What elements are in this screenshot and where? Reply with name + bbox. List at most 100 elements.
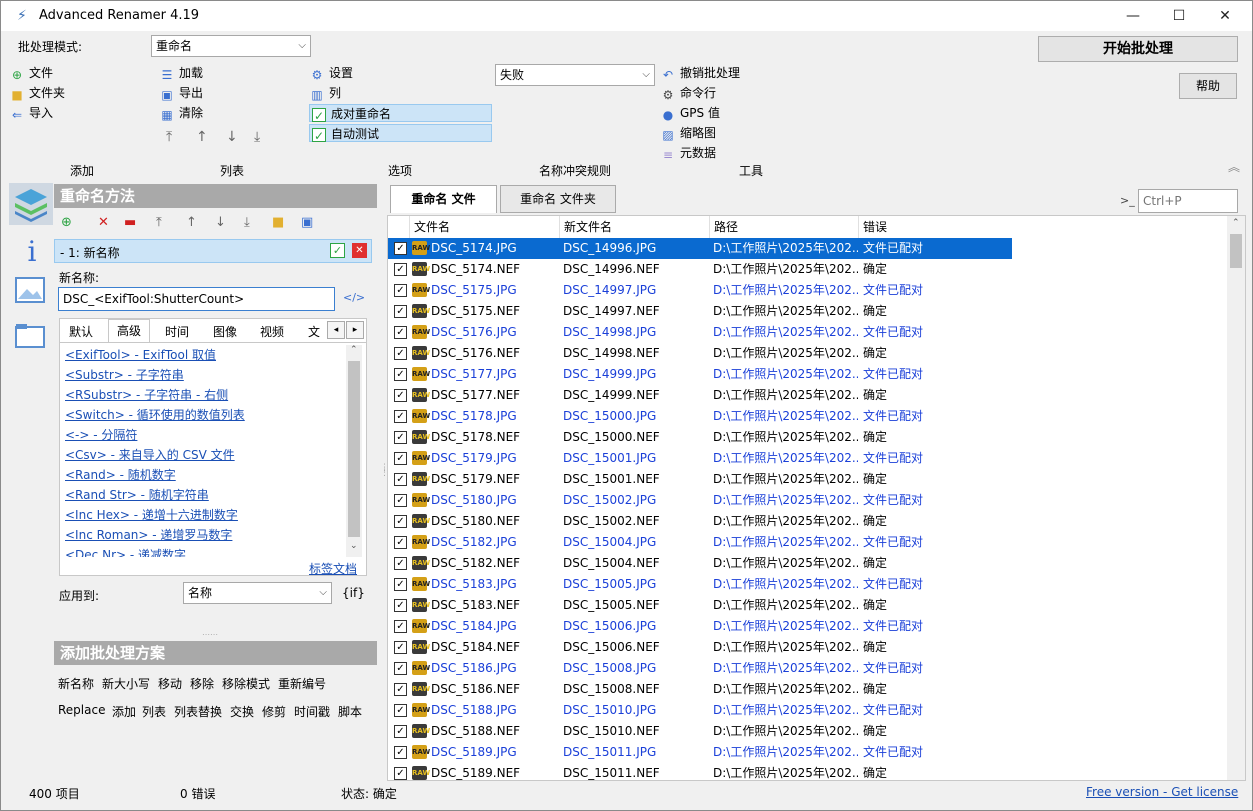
tag-link[interactable]: <Csv> - 来自导入的 CSV 文件 (65, 446, 235, 463)
add-method-link[interactable]: 列表 (142, 703, 166, 720)
code-tag-icon[interactable]: </> (343, 291, 365, 304)
row-checkbox[interactable]: ✓ (394, 536, 407, 549)
table-row[interactable]: ✓ RAW DSC_5174.NEF DSC_14996.NEF D:\工作照片\202… (388, 259, 1012, 280)
table-row[interactable]: ✓ RAW DSC_5188.JPG DSC_15010.JPG D:\工作照片\202… (388, 700, 1012, 721)
methods-nav[interactable] (9, 183, 53, 225)
row-checkbox[interactable]: ✓ (394, 452, 407, 465)
export-button[interactable]: ▣ 导出 (160, 84, 203, 102)
start-batch-button[interactable]: 开始批处理 (1038, 36, 1238, 62)
table-row[interactable]: ✓ RAW DSC_5184.JPG DSC_15006.JPG D:\工作照片\202… (388, 616, 1012, 637)
remove-all-icon[interactable]: ▬ (124, 215, 136, 230)
row-checkbox[interactable]: ✓ (394, 578, 407, 591)
add-method-link[interactable]: 交换 (230, 703, 254, 720)
batch-mode-select[interactable]: 重命名 ⌵ (151, 35, 311, 57)
move-top-icon[interactable]: ⤒ (166, 128, 172, 146)
splitter-grip[interactable]: ⋯⋯ (202, 630, 218, 639)
table-row[interactable]: ✓ RAW DSC_5186.NEF DSC_15008.NEF D:\工作照片\202… (388, 679, 1012, 700)
tag-link[interactable]: <Switch> - 循环使用的数值列表 (65, 406, 245, 423)
table-row[interactable]: ✓ RAW DSC_5179.JPG DSC_15001.JPG D:\工作照片\202… (388, 448, 1012, 469)
row-checkbox[interactable]: ✓ (394, 704, 407, 717)
table-row[interactable]: ✓ RAW DSC_5180.JPG DSC_15002.JPG D:\工作照片\202… (388, 490, 1012, 511)
tag-link[interactable]: <-> - 分隔符 (65, 426, 137, 443)
image-view-icon[interactable] (15, 277, 49, 311)
new-name-input[interactable]: DSC_<ExifTool:ShutterCount> (58, 287, 335, 311)
move-up-icon[interactable]: ↑ (186, 215, 197, 230)
table-row[interactable]: ✓ RAW DSC_5175.NEF DSC_14997.NEF D:\工作照片\202… (388, 301, 1012, 322)
add-method-link[interactable]: 新名称 (58, 675, 94, 692)
info-icon[interactable]: i (15, 235, 49, 269)
row-checkbox[interactable]: ✓ (394, 284, 407, 297)
row-checkbox[interactable]: ✓ (394, 746, 407, 759)
method-item[interactable]: - 1: 新名称 ✓ ✕ (54, 239, 372, 263)
scroll-up-icon[interactable]: ⌃ (1232, 218, 1240, 228)
grid-scrollbar[interactable]: ⌃ (1227, 216, 1245, 780)
tab-time[interactable]: 时间 (165, 323, 189, 343)
row-checkbox[interactable]: ✓ (394, 683, 407, 696)
scrollbar-thumb[interactable] (348, 361, 360, 537)
row-checkbox[interactable]: ✓ (394, 599, 407, 612)
folder-view-icon[interactable] (15, 323, 49, 357)
import-button[interactable]: ⇐ 导入 (10, 104, 53, 122)
add-method-icon[interactable]: ⊕ (61, 215, 72, 230)
conflict-rule-select[interactable]: 失败 ⌵ (495, 64, 655, 86)
save-icon[interactable]: ▣ (301, 215, 313, 230)
tab-rename-folders[interactable]: 重命名 文件夹 (500, 185, 616, 213)
clear-button[interactable]: ▦ 清除 (160, 104, 203, 122)
row-checkbox[interactable]: ✓ (394, 389, 407, 402)
tag-link[interactable]: <Dec Nr> - 递减数字 (65, 546, 186, 557)
add-method-link[interactable]: 移除模式 (222, 675, 270, 692)
table-row[interactable]: ✓ RAW DSC_5178.JPG DSC_15000.JPG D:\工作照片\202… (388, 406, 1012, 427)
tab-advanced[interactable]: 高级 (108, 319, 151, 343)
row-checkbox[interactable]: ✓ (394, 620, 407, 633)
table-row[interactable]: ✓ RAW DSC_5189.JPG DSC_15011.JPG D:\工作照片\202… (388, 742, 1012, 763)
tab-scroll-right-icon[interactable]: ▸ (346, 321, 364, 339)
help-button[interactable]: 帮助 (1179, 73, 1237, 99)
table-row[interactable]: ✓ RAW DSC_5175.JPG DSC_14997.JPG D:\工作照片\202… (388, 280, 1012, 301)
add-method-link[interactable]: 重新编号 (278, 675, 326, 692)
add-method-link[interactable]: 列表替换 (174, 703, 222, 720)
columns-button[interactable]: ▥ 列 (310, 84, 341, 102)
tag-link[interactable]: <Inc Roman> - 递增罗马数字 (65, 526, 232, 543)
vertical-splitter-grip[interactable]: ⋮ ⋮ (380, 464, 389, 478)
table-row[interactable]: ✓ RAW DSC_5180.NEF DSC_15002.NEF D:\工作照片\202… (388, 511, 1012, 532)
add-method-link[interactable]: 移除 (190, 675, 214, 692)
tab-default[interactable]: 默认 (69, 323, 93, 343)
thumbnail-button[interactable]: ▨ 缩略图 (661, 124, 716, 142)
scrollbar-thumb[interactable] (1230, 234, 1242, 268)
row-checkbox[interactable]: ✓ (394, 431, 407, 444)
table-row[interactable]: ✓ RAW DSC_5177.NEF DSC_14999.NEF D:\工作照片\202… (388, 385, 1012, 406)
table-row[interactable]: ✓ RAW DSC_5178.NEF DSC_15000.NEF D:\工作照片\202… (388, 427, 1012, 448)
enable-checkbox-icon[interactable]: ✓ (330, 243, 345, 258)
header-path[interactable]: 路径 (710, 216, 859, 238)
metadata-button[interactable]: ≡ 元数据 (661, 144, 716, 162)
delete-method-icon[interactable]: ✕ (98, 215, 109, 230)
free-version-link[interactable]: Free version - Get license (1086, 785, 1238, 799)
add-folder-button[interactable]: ■ 文件夹 (10, 84, 65, 102)
command-line-button[interactable]: ⚙ 命令行 (661, 84, 716, 102)
pair-rename-toggle[interactable]: ✓ 成对重命名 (309, 104, 492, 123)
close-button[interactable]: ✕ (1202, 1, 1248, 31)
row-checkbox[interactable]: ✓ (394, 515, 407, 528)
move-bottom-icon[interactable]: ⤓ (254, 128, 260, 146)
undo-batch-button[interactable]: ↶ 撤销批处理 (661, 64, 740, 82)
row-checkbox[interactable]: ✓ (394, 767, 407, 780)
if-condition-button[interactable]: {if} (342, 586, 365, 600)
row-checkbox[interactable]: ✓ (394, 725, 407, 738)
row-checkbox[interactable]: ✓ (394, 641, 407, 654)
header-filename[interactable]: 文件名 (410, 216, 560, 238)
move-up-icon[interactable]: ↑ (196, 128, 208, 146)
add-method-link[interactable]: 修剪 (262, 703, 286, 720)
table-row[interactable]: ✓ RAW DSC_5183.JPG DSC_15005.JPG D:\工作照片\202… (388, 574, 1012, 595)
row-checkbox[interactable]: ✓ (394, 557, 407, 570)
move-down-icon[interactable]: ↓ (215, 215, 226, 230)
table-row[interactable]: ✓ RAW DSC_5182.JPG DSC_15004.JPG D:\工作照片\202… (388, 532, 1012, 553)
row-checkbox[interactable]: ✓ (394, 347, 407, 360)
tag-link[interactable]: <Rand> - 随机数字 (65, 466, 176, 483)
tag-link[interactable]: <Inc Hex> - 递增十六进制数字 (65, 506, 238, 523)
row-checkbox[interactable]: ✓ (394, 326, 407, 339)
tab-scroll-left-icon[interactable]: ◂ (327, 321, 345, 339)
collapse-ribbon-icon[interactable]: ︽ (1228, 158, 1240, 175)
tag-list-scrollbar[interactable]: ⌃ ⌄ (346, 345, 362, 557)
tab-rename-files[interactable]: 重命名 文件 (390, 185, 497, 213)
add-method-link[interactable]: 新大小写 (102, 675, 150, 692)
